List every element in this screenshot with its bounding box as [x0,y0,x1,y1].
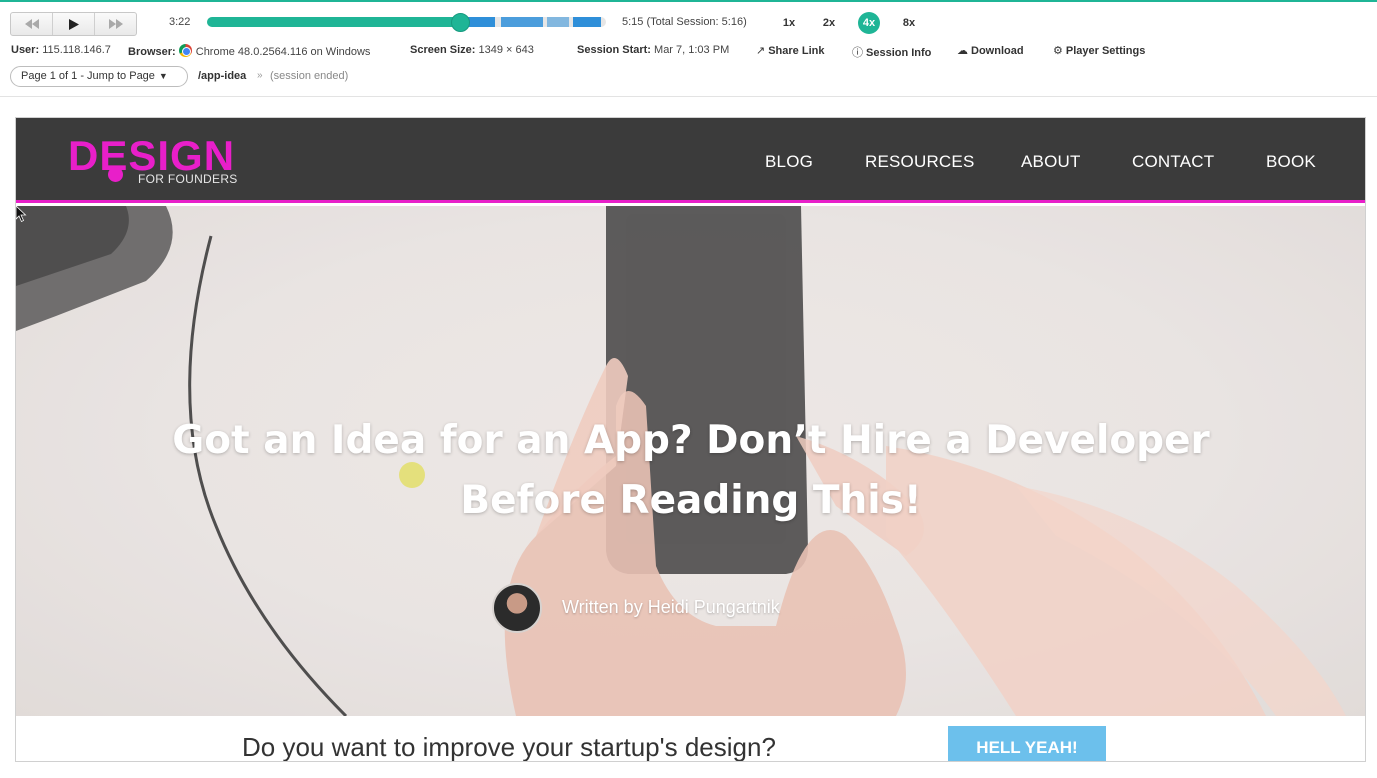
player-settings-button[interactable]: ⚙ Player Settings [1053,44,1145,57]
user-value: 115.118.146.7 [42,44,111,56]
play-button[interactable] [53,13,95,35]
page-jump-select[interactable]: Page 1 of 1 - Jump to Page ▼ [10,66,188,87]
replay-viewport: DESIGN FOR FOUNDERS BLOG RESOURCES ABOUT… [15,117,1366,762]
info-icon: ⓘ [852,47,863,59]
cta-button[interactable]: HELL YEAH! [948,726,1106,761]
gear-icon: ⚙ [1053,45,1063,57]
speed-2x-button[interactable]: 2x [818,12,840,34]
speed-4x-button[interactable]: 4x [858,12,880,34]
nav-contact[interactable]: CONTACT [1132,152,1214,172]
timeline-activity-segment [501,17,543,27]
page-jump-label: Page 1 of 1 - Jump to Page [21,70,155,82]
download-label: Download [971,45,1024,57]
nav-about[interactable]: ABOUT [1021,152,1081,172]
article-author: Written by Heidi Pungartnik [562,597,780,617]
site-logo-tagline: FOR FOUNDERS [138,172,238,186]
cursor-highlight [399,462,425,488]
timeline-activity-segment [547,17,569,27]
page-path[interactable]: /app-idea [198,70,246,82]
share-link-label: Share Link [768,45,825,57]
screen-value: 1349 × 643 [478,44,534,56]
mouse-cursor-icon [16,206,27,222]
lightbulb-icon [108,167,123,182]
session-start-value: Mar 7, 1:03 PM [654,44,730,56]
rewind-button[interactable] [11,13,53,35]
play-icon [68,18,79,30]
share-icon: ↗ [756,45,766,57]
session-info-label: Session Info [866,47,932,59]
nav-resources[interactable]: RESOURCES [865,152,975,172]
user-meta: User: 115.118.146.7 [11,44,111,56]
timeline-handle[interactable] [451,13,470,32]
total-time: 5:15 (Total Session: 5:16) [622,16,747,28]
speed-1x-button[interactable]: 1x [778,12,800,34]
caret-down-icon: ▼ [158,71,168,81]
cta-text: Do you want to improve your startup's de… [242,732,776,762]
timeline-scrubber[interactable] [207,17,606,27]
cta-banner: Do you want to improve your startup's de… [16,716,1365,762]
session-start-label: Session Start: [577,44,651,56]
browser-meta: Browser: Chrome 48.0.2564.116 on Windows [128,44,370,58]
nav-book[interactable]: BOOK [1266,152,1316,172]
browser-label: Browser: [128,46,176,58]
author-avatar [492,583,542,633]
screen-label: Screen Size: [410,44,476,56]
playback-controls [10,12,137,36]
download-button[interactable]: ☁ Download [957,44,1024,57]
session-status: (session ended) [270,70,349,82]
current-time: 3:22 [169,16,191,28]
screen-meta: Screen Size: 1349 × 643 [410,44,534,56]
article-title: Got an Idea for an App? Don’t Hire a Dev… [172,418,1210,523]
session-player-toolbar: 3:22 5:15 (Total Session: 5:16) 1x 2x 4x… [0,2,1377,97]
timeline-activity-segment [573,17,601,27]
session-start-meta: Session Start: Mar 7, 1:03 PM [577,44,729,56]
timeline-played [207,17,461,27]
hero-banner: Got an Idea for an App? Don’t Hire a Dev… [16,206,1365,716]
share-link-button[interactable]: ↗ Share Link [756,44,824,57]
fast-forward-button[interactable] [95,13,136,35]
breadcrumb-separator: » [257,70,263,81]
player-settings-label: Player Settings [1065,45,1146,57]
rewind-icon [24,19,39,29]
nav-blog[interactable]: BLOG [765,152,813,172]
site-header: DESIGN FOR FOUNDERS BLOG RESOURCES ABOUT… [16,118,1365,203]
session-info-button[interactable]: ⓘ Session Info [852,44,931,60]
chrome-icon [178,44,192,57]
fast-forward-icon [108,19,123,29]
cloud-download-icon: ☁ [957,45,968,57]
speed-8x-button[interactable]: 8x [898,12,920,34]
user-label: User: [11,44,40,56]
browser-value: Chrome 48.0.2564.116 on Windows [195,46,371,58]
